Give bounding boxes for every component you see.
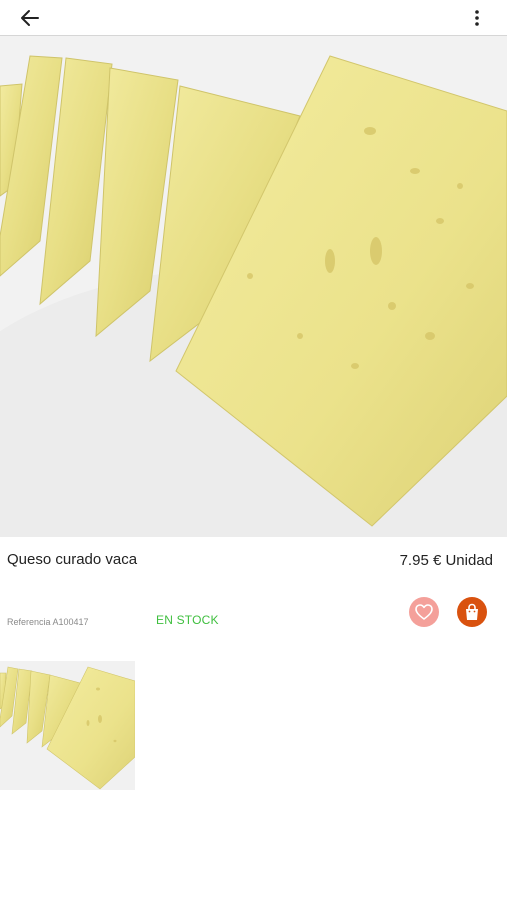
favorite-button[interactable] [409,597,439,627]
more-options-button[interactable] [466,6,488,30]
shopping-bag-icon [466,603,478,620]
stock-status: EN STOCK [156,613,219,627]
arrow-left-icon [21,10,39,26]
product-reference: Referencia A100417 [7,617,89,627]
heart-icon [415,604,433,620]
back-button[interactable] [18,6,44,30]
add-to-cart-button[interactable] [457,597,487,627]
product-main-image [0,36,507,537]
more-vertical-icon [475,10,479,26]
product-price: 7.95 € Unidad [399,552,493,569]
top-app-bar [0,0,507,36]
product-name: Queso curado vaca [7,551,138,568]
product-thumbnail[interactable] [0,661,135,790]
